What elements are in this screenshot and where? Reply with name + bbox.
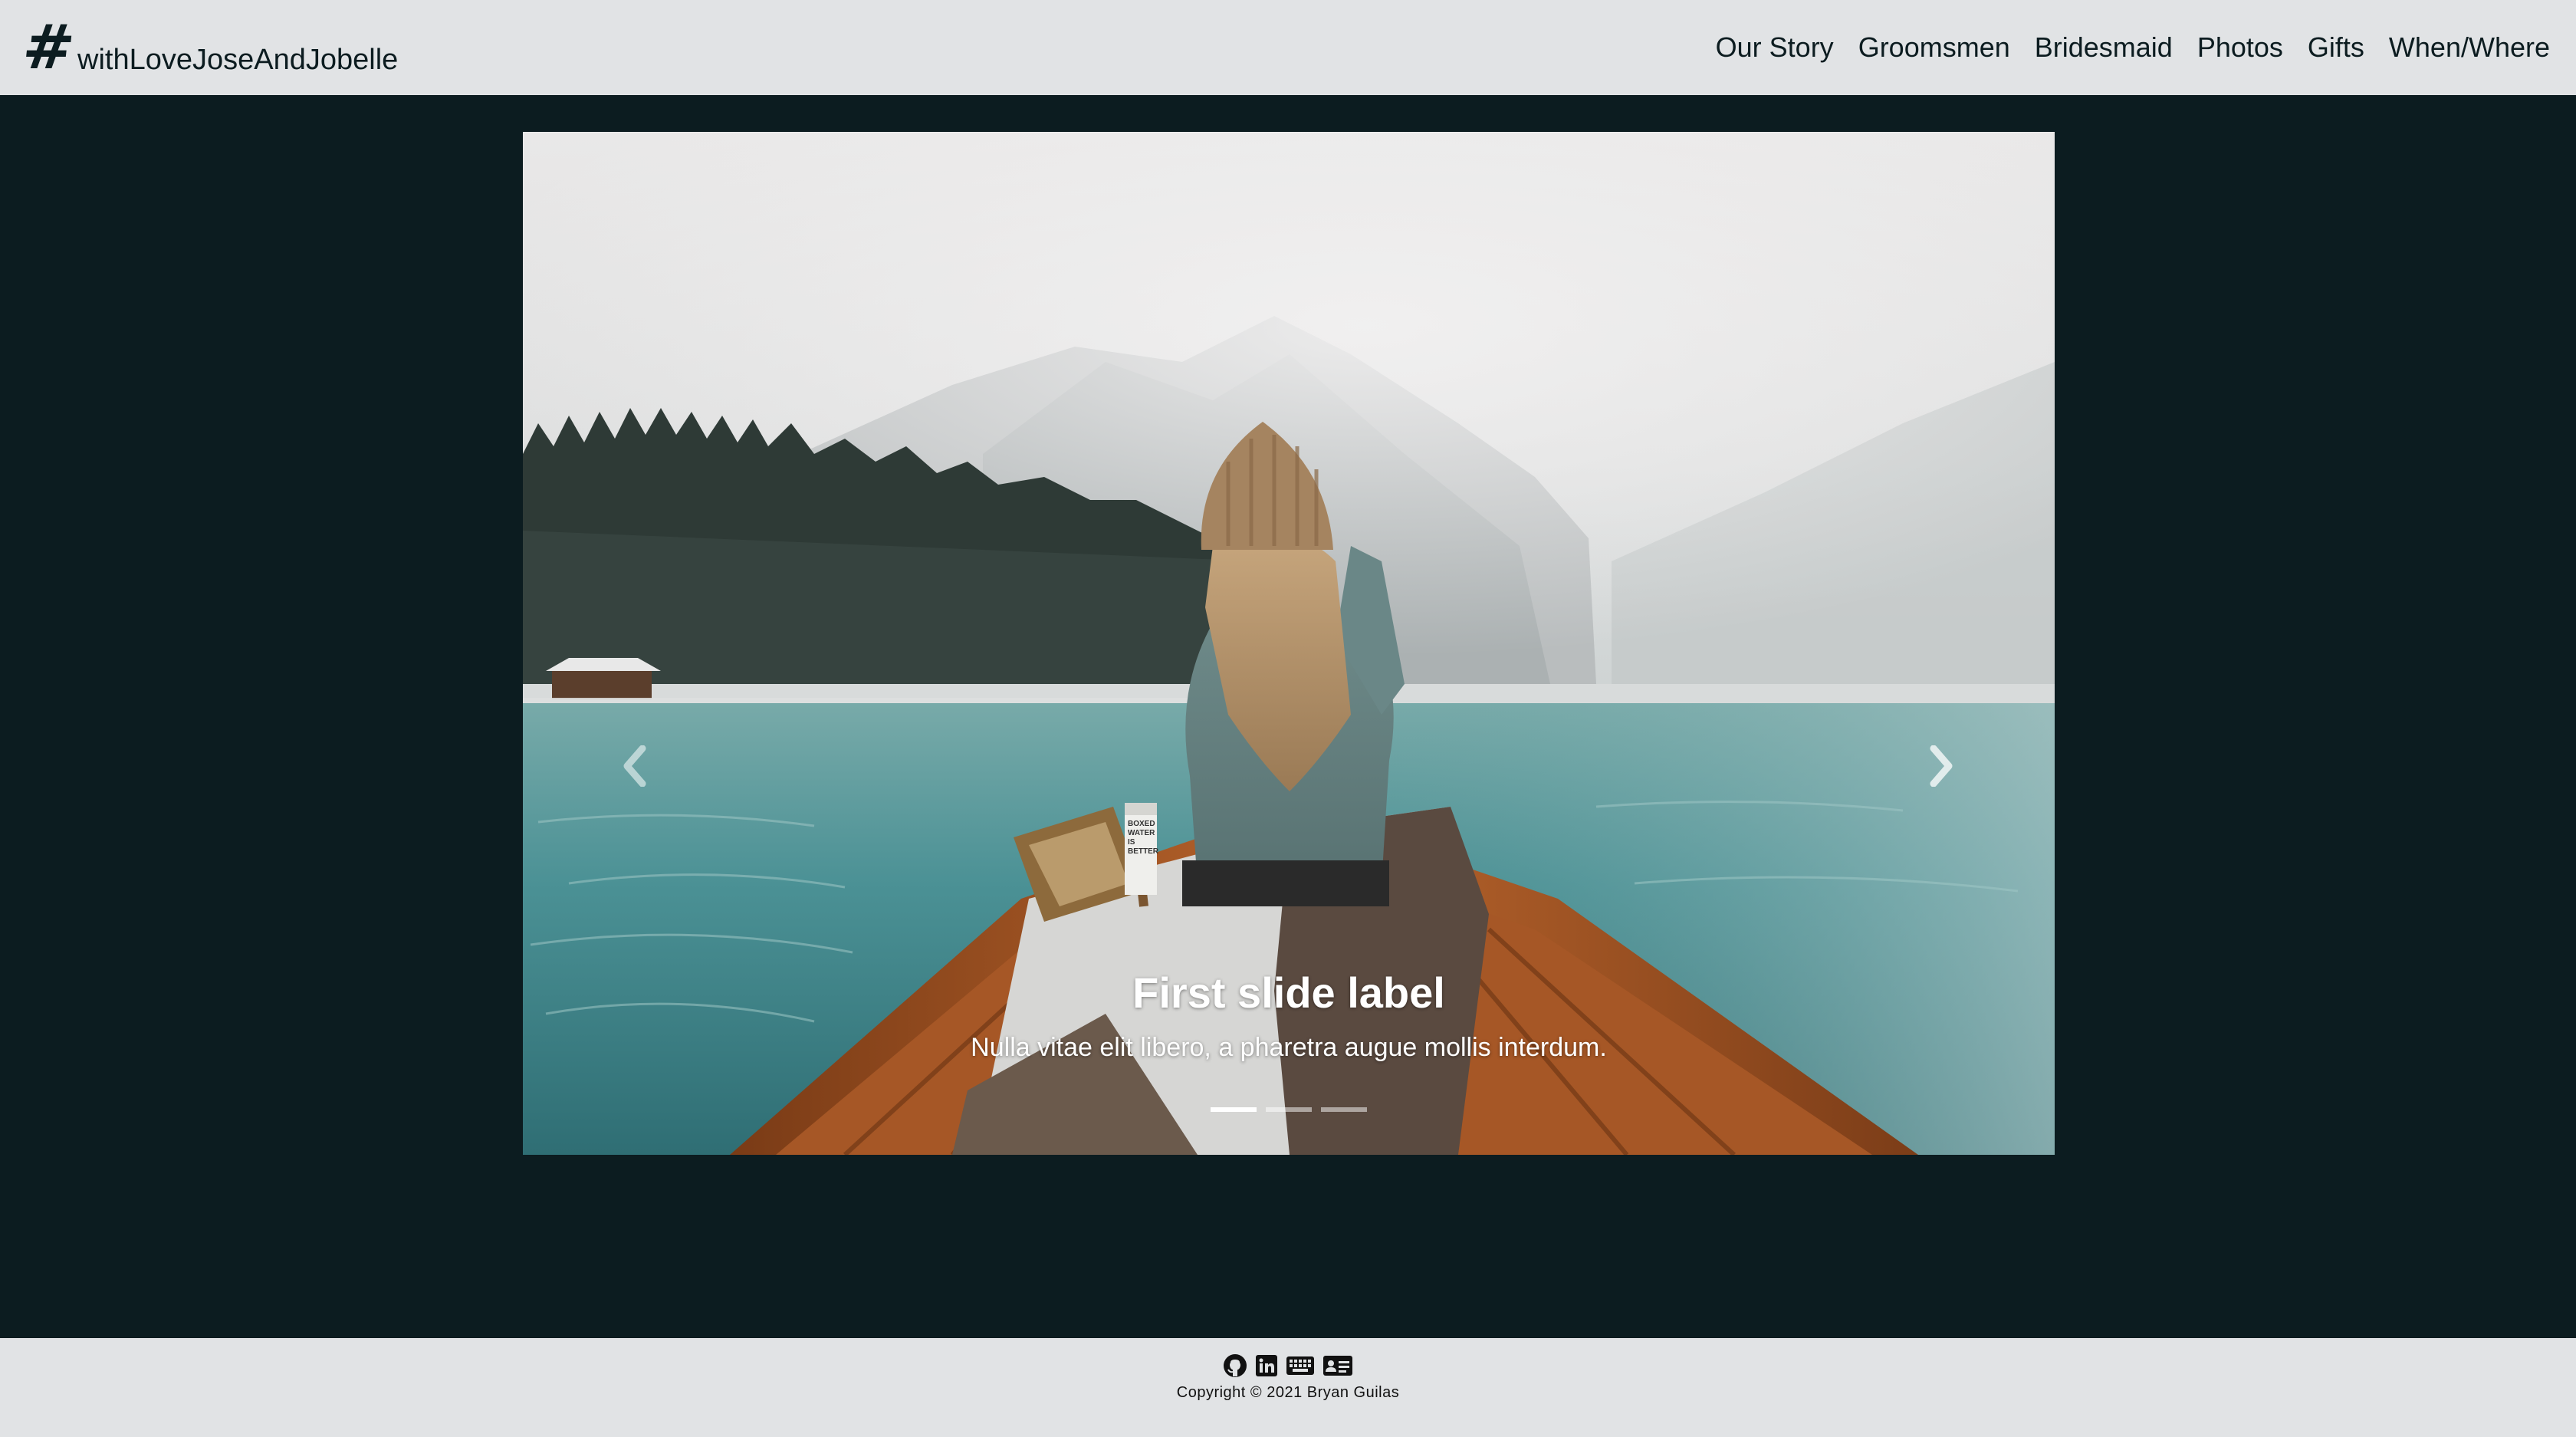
keyboard-icon[interactable] xyxy=(1286,1355,1315,1376)
carousel-indicator-3[interactable] xyxy=(1321,1107,1367,1112)
linkedin-icon[interactable] xyxy=(1255,1354,1278,1377)
carousel-indicator-1[interactable] xyxy=(1211,1107,1257,1112)
slide-caption-title: First slide label xyxy=(1132,968,1445,1017)
nav-link-gifts[interactable]: Gifts xyxy=(2308,31,2364,64)
carousel-indicator-2[interactable] xyxy=(1266,1107,1312,1112)
carton-label-2: WATER xyxy=(1128,829,1155,837)
carton-label-3: IS xyxy=(1128,838,1135,847)
chevron-left-icon xyxy=(623,745,646,787)
navbar: # withLoveJoseAndJobelle Our Story Groom… xyxy=(0,0,2576,95)
slide-caption-text: Nulla vitae elit libero, a pharetra augu… xyxy=(971,1033,1607,1062)
id-card-icon[interactable] xyxy=(1322,1354,1353,1377)
nav-link-when-where[interactable]: When/Where xyxy=(2389,31,2550,64)
footer-social-icons xyxy=(1219,1352,1357,1379)
carousel-indicators xyxy=(523,1107,2055,1112)
chevron-right-icon xyxy=(1930,745,1953,787)
github-icon[interactable] xyxy=(1223,1353,1247,1378)
footer: Copyright © 2021 Bryan Guilas xyxy=(0,1338,2576,1437)
photo-carousel: BOXED WATER IS BETTER First slide label … xyxy=(523,132,2055,1155)
nav-links: Our Story Groomsmen Bridesmaid Photos Gi… xyxy=(1691,31,2550,64)
carton-label-4: BETTER xyxy=(1128,847,1159,856)
nav-link-bridesmaid[interactable]: Bridesmaid xyxy=(2035,31,2173,64)
carousel-next-button[interactable] xyxy=(1918,732,1964,801)
copyright-text: Copyright © 2021 Bryan Guilas xyxy=(1176,1384,1400,1401)
carousel-prev-button[interactable] xyxy=(612,732,658,801)
nav-link-our-story[interactable]: Our Story xyxy=(1716,31,1834,64)
brand-link[interactable]: # withLoveJoseAndJobelle xyxy=(19,12,399,83)
brand-name: withLoveJoseAndJobelle xyxy=(77,44,399,76)
hashtag-icon: # xyxy=(19,12,78,83)
carton-label-1: BOXED xyxy=(1128,820,1155,828)
nav-link-groomsmen[interactable]: Groomsmen xyxy=(1858,31,2010,64)
nav-link-photos[interactable]: Photos xyxy=(2197,31,2283,64)
